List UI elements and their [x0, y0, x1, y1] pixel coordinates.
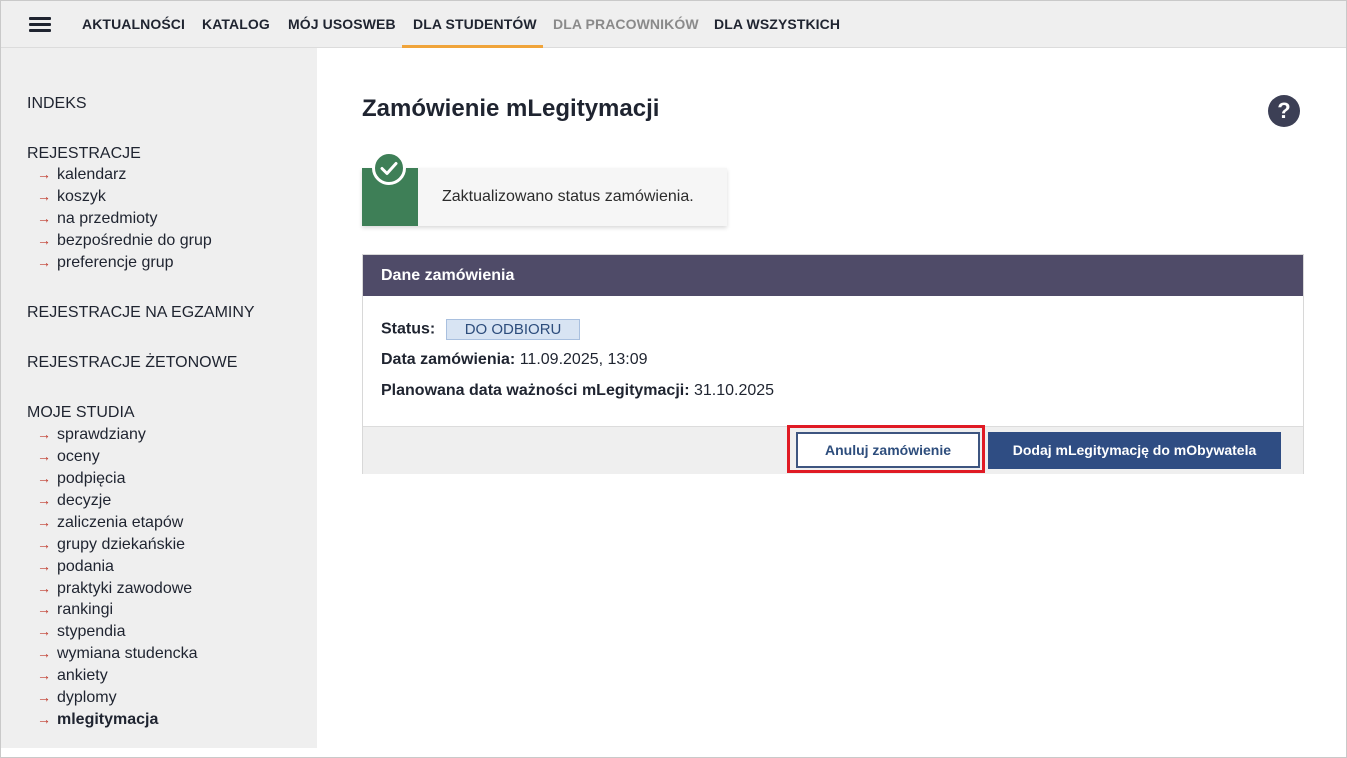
sidebar-link-label: praktyki zawodowe [57, 580, 193, 597]
arrow-right-icon: → [37, 470, 51, 486]
sidebar-link-label: stypendia [57, 623, 126, 640]
hamburger-menu-icon[interactable] [29, 17, 51, 33]
sidebar-link-label: sprawdziany [57, 426, 146, 443]
sidebar-link-koszyk[interactable]: → koszyk [37, 188, 106, 206]
sidebar-link-label: rankingi [57, 601, 114, 618]
highlight-box [787, 425, 985, 473]
sidebar-link-label: grupy dziekańskie [57, 536, 186, 553]
arrow-right-icon: → [37, 232, 51, 248]
arrow-right-icon: → [37, 492, 51, 508]
sidebar-link-kalendarz[interactable]: → kalendarz [37, 166, 126, 184]
question-circle-icon[interactable]: ? [1268, 95, 1300, 127]
arrow-right-icon: → [37, 711, 51, 727]
sidebar-link-praktyki[interactable]: → praktyki zawodowe [37, 580, 192, 598]
sidebar-link-zaliczenia[interactable]: → zaliczenia etapów [37, 514, 183, 532]
arrow-right-icon: → [37, 254, 51, 270]
sidebar-link-bezposrednie[interactable]: → bezpośrednie do grup [37, 232, 212, 250]
sidebar-link-label: na przedmioty [57, 210, 158, 227]
sidebar-link-label: bezpośrednie do grup [57, 232, 212, 249]
status-badge: DO ODBIORU [445, 319, 581, 340]
order-date-row: Data zamówienia: 11.09.2025, 13:09 [381, 351, 648, 369]
sidebar-link-label: koszyk [57, 188, 106, 205]
sidebar-link-label: dyplomy [57, 689, 117, 706]
sidebar-link-rankingi[interactable]: → rankingi [37, 601, 113, 619]
order-details-panel: Dane zamówienia Status: DO ODBIORU Data … [362, 254, 1304, 474]
arrow-right-icon: → [37, 645, 51, 661]
sidebar-link-label: ankiety [57, 667, 108, 684]
sidebar-item-egzaminy[interactable]: REJESTRACJE NA EGZAMINY [27, 304, 255, 322]
arrow-right-icon: → [37, 188, 51, 204]
sidebar-link-label: mlegitymacja [57, 711, 159, 728]
arrow-right-icon: → [37, 558, 51, 574]
sidebar-link-label: zaliczenia etapów [57, 514, 184, 531]
sidebar-link-label: preferencje grup [57, 254, 174, 271]
nav-dla-wszystkich[interactable]: DLA WSZYSTKICH [714, 16, 840, 32]
sidebar-item-indeks[interactable]: INDEKS [27, 95, 87, 113]
order-date-label: Data zamówienia: [381, 351, 516, 368]
sidebar-link-mlegitymacja[interactable]: → mlegitymacja [37, 711, 158, 729]
panel-footer: Anuluj zamówienie Dodaj mLegitymację do … [363, 425, 1303, 474]
nav-moj-usosweb[interactable]: MÓJ USOSWEB [288, 16, 396, 32]
sidebar-link-podpiecia[interactable]: → podpięcia [37, 470, 126, 488]
expiry-date-row: Planowana data ważności mLegitymacji: 31… [381, 382, 774, 400]
status-label: Status: [381, 320, 436, 338]
sidebar-link-label: wymiana studencka [57, 645, 198, 662]
check-circle-icon [372, 151, 406, 185]
sidebar-link-podania[interactable]: → podania [37, 558, 114, 576]
order-date-value: 11.09.2025, 13:09 [519, 351, 648, 368]
sidebar-link-label: oceny [57, 448, 100, 465]
top-navigation: AKTUALNOŚCI KATALOG MÓJ USOSWEB DLA STUD… [1, 1, 1346, 48]
sidebar-link-dyplomy[interactable]: → dyplomy [37, 689, 117, 707]
status-row: Status: DO ODBIORU [381, 319, 581, 340]
panel-header: Dane zamówienia [363, 255, 1303, 296]
sidebar-item-zetonowe[interactable]: REJESTRACJE ŻETONOWE [27, 354, 237, 372]
nav-dla-studentow[interactable]: DLA STUDENTÓW [413, 16, 537, 32]
arrow-right-icon: → [37, 623, 51, 639]
expiry-date-value: 31.10.2025 [693, 382, 775, 399]
sidebar-item-rejestracje[interactable]: REJESTRACJE [27, 145, 141, 163]
sidebar-link-decyzje[interactable]: → decyzje [37, 492, 111, 510]
sidebar-link-stypendia[interactable]: → stypendia [37, 623, 126, 641]
expiry-date-label: Planowana data ważności mLegitymacji: [381, 382, 690, 399]
sidebar-link-wymiana[interactable]: → wymiana studencka [37, 645, 198, 663]
arrow-right-icon: → [37, 536, 51, 552]
sidebar-link-label: decyzje [57, 492, 112, 509]
sidebar-link-oceny[interactable]: → oceny [37, 448, 100, 466]
arrow-right-icon: → [37, 601, 51, 617]
arrow-right-icon: → [37, 514, 51, 530]
sidebar-link-label: podpięcia [57, 470, 126, 487]
arrow-right-icon: → [37, 166, 51, 182]
sidebar-link-label: kalendarz [57, 166, 127, 183]
arrow-right-icon: → [37, 448, 51, 464]
success-alert: Zaktualizowano status zamówienia. [362, 168, 727, 226]
active-tab-indicator [402, 45, 543, 48]
sidebar-link-label: podania [57, 558, 114, 575]
sidebar-link-na-przedmioty[interactable]: → na przedmioty [37, 210, 158, 228]
sidebar-link-ankiety[interactable]: → ankiety [37, 667, 108, 685]
sidebar: INDEKS REJESTRACJE → kalendarz → koszyk → n… [1, 48, 317, 748]
sidebar-link-preferencje[interactable]: → preferencje grup [37, 254, 174, 272]
arrow-right-icon: → [37, 689, 51, 705]
arrow-right-icon: → [37, 426, 51, 442]
arrow-right-icon: → [37, 210, 51, 226]
panel-title: Dane zamówienia [381, 267, 515, 284]
arrow-right-icon: → [37, 580, 51, 596]
nav-dla-pracownikow[interactable]: DLA PRACOWNIKÓW [553, 16, 699, 32]
sidebar-item-moje-studia[interactable]: MOJE STUDIA [27, 404, 135, 422]
alert-message: Zaktualizowano status zamówienia. [442, 188, 694, 205]
page-title: Zamówienie mLegitymacji [362, 95, 660, 122]
sidebar-link-grupy[interactable]: → grupy dziekańskie [37, 536, 185, 554]
nav-aktualnosci[interactable]: AKTUALNOŚCI [82, 16, 185, 32]
add-to-mobywatel-button[interactable]: Dodaj mLegitymację do mObywatela [988, 432, 1281, 469]
arrow-right-icon: → [37, 667, 51, 683]
sidebar-link-sprawdziany[interactable]: → sprawdziany [37, 426, 146, 444]
nav-katalog[interactable]: KATALOG [202, 16, 270, 32]
